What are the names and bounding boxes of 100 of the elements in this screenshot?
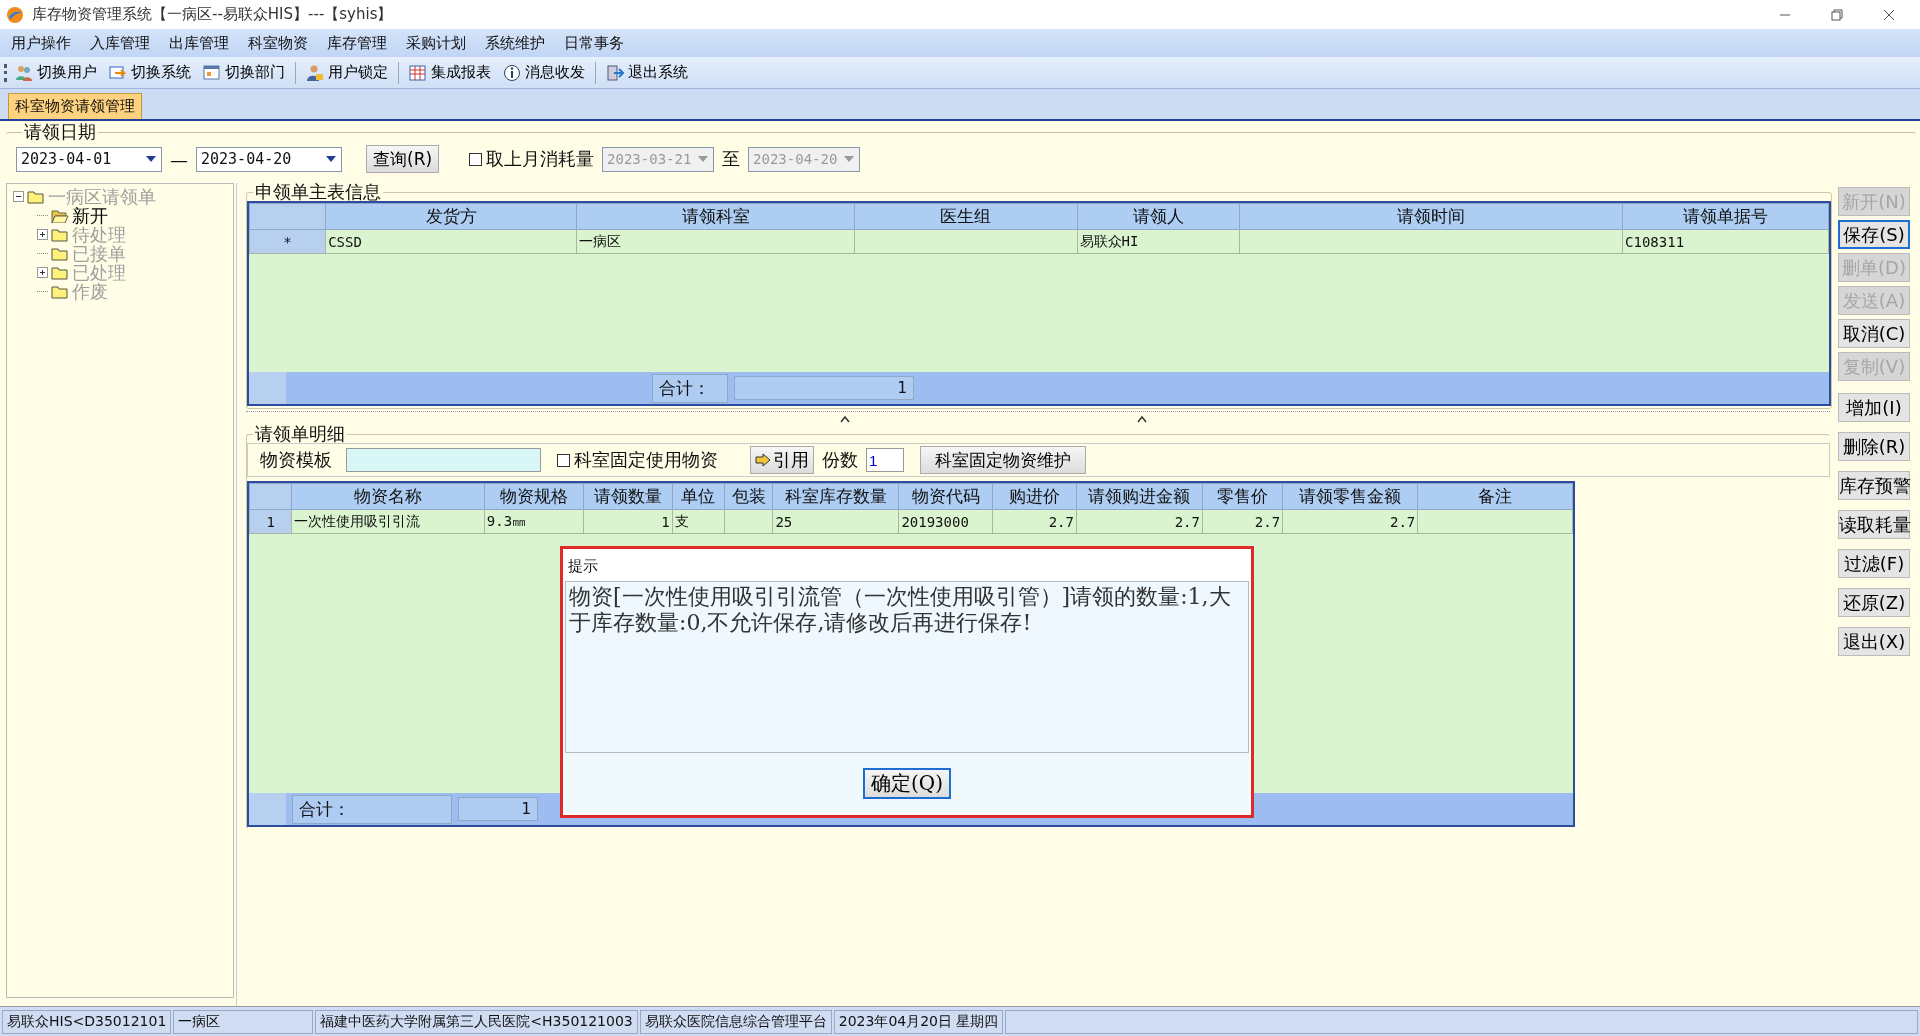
app-logo-icon — [6, 5, 24, 24]
column-header[interactable]: 请领数量 — [583, 483, 673, 510]
checkbox[interactable]: 科室固定使用物资 — [557, 448, 718, 472]
field-label: 物资模板 — [260, 448, 332, 472]
side-button[interactable]: 保存(S) — [1838, 220, 1910, 249]
row-header — [249, 372, 286, 404]
total-label: 合计： — [292, 794, 452, 824]
status-text: 福建中医药大学附属第三人民医院<H350121003 — [315, 1009, 638, 1034]
toolbar-button[interactable]: 切换部门 — [199, 61, 289, 84]
open-folder-icon — [51, 208, 69, 223]
side-button[interactable]: 过滤(F) — [1838, 549, 1910, 578]
table-cell: 易联众HI — [1077, 229, 1240, 254]
side-button[interactable]: 增加(I) — [1838, 393, 1910, 422]
menu-item[interactable]: 采购计划 — [397, 31, 475, 55]
collapse-up-icon[interactable] — [838, 414, 851, 423]
menu-item[interactable]: 用户操作 — [2, 31, 80, 55]
table-cell: 2.7 — [1076, 509, 1203, 534]
column-header[interactable]: 发货方 — [325, 203, 577, 230]
table-cell: CSSD — [325, 229, 577, 254]
toolbar-button[interactable]: 切换用户 — [11, 61, 101, 84]
column-header[interactable]: 请领科室 — [576, 203, 855, 230]
range-separator: 至 — [722, 147, 741, 171]
menu-item[interactable]: 入库管理 — [81, 31, 159, 55]
total-value: 1 — [734, 376, 914, 400]
table-cell: 一次性使用吸引引流 — [291, 509, 485, 534]
copies-input[interactable]: 1 — [866, 448, 904, 472]
info-icon — [503, 63, 521, 82]
column-header[interactable]: 零售价 — [1202, 483, 1283, 510]
menu-item[interactable]: 系统维护 — [476, 31, 554, 55]
side-button[interactable]: 读取耗量 — [1838, 510, 1910, 539]
column-header[interactable]: 请领单据号 — [1622, 203, 1829, 230]
range-separator: — — [170, 148, 188, 170]
side-button[interactable]: 库存预警 — [1838, 471, 1910, 500]
row-marker: * — [249, 229, 326, 254]
table-cell: 一病区 — [576, 229, 855, 254]
column-header[interactable]: 请领零售金额 — [1282, 483, 1418, 510]
maintain-button[interactable]: 科室固定物资维护 — [920, 446, 1086, 474]
toolbar-button[interactable]: 切换系统 — [105, 61, 195, 84]
collapse-up-icon[interactable] — [1135, 414, 1148, 423]
toolbar-button[interactable]: 退出系统 — [602, 61, 692, 84]
checkbox[interactable]: 取上月消耗量 — [469, 147, 595, 171]
cite-button[interactable]: 引用 — [750, 446, 814, 474]
column-header[interactable]: 请领人 — [1077, 203, 1240, 230]
table-cell: 1 — [583, 509, 673, 534]
folder-icon — [27, 189, 45, 204]
dialog-message: 物资[一次性使用吸引引流管（一次性使用吸引管）]请领的数量:1,大于库存数量:0,不允许保存,请修改后再进行保存! — [565, 581, 1249, 753]
toolbar-button[interactable]: 消息收发 — [499, 61, 589, 84]
ok-button[interactable]: 确定(Q) — [863, 767, 951, 799]
column-header[interactable]: 物资代码 — [898, 483, 993, 510]
side-button[interactable]: 删除(R) — [1838, 432, 1910, 461]
restore-icon[interactable] — [1830, 7, 1844, 22]
column-header[interactable]: 包装 — [724, 483, 773, 510]
window-title: 库存物资管理系统【一病区--易联众HIS】---【syhis】 — [32, 5, 393, 24]
table-cell: 2.7 — [1282, 509, 1418, 534]
status-text: 2023年04月20日 星期四 — [833, 1009, 1004, 1034]
checkbox-box[interactable] — [557, 453, 570, 467]
status-text: 易联众HIS<D35012101 — [2, 1009, 172, 1034]
folder-icon — [51, 227, 69, 242]
table-cell: 20193000 — [898, 509, 993, 534]
dialog-title: 提示 — [567, 556, 599, 577]
column-header[interactable]: 请领时间 — [1239, 203, 1623, 230]
column-header[interactable]: 医生组 — [854, 203, 1078, 230]
group-label: 请领日期 — [23, 123, 97, 141]
row-marker: 1 — [249, 509, 292, 534]
column-header[interactable]: 单位 — [672, 483, 725, 510]
side-button[interactable]: 退出(X) — [1838, 627, 1910, 656]
table-cell: 9.3㎜ — [484, 509, 584, 534]
template-input[interactable] — [346, 448, 541, 472]
menu-item[interactable]: 科室物资 — [239, 31, 317, 55]
column-header[interactable]: 请领购进金额 — [1076, 483, 1203, 510]
window-icon — [203, 63, 221, 82]
checkbox-box[interactable] — [469, 152, 483, 166]
column-header[interactable]: 购进价 — [992, 483, 1077, 510]
tab[interactable]: 科室物资请领管理 — [8, 93, 142, 119]
table-cell: 2.7 — [992, 509, 1077, 534]
switch-icon — [109, 63, 127, 82]
toolbar-button[interactable]: 用户锁定 — [302, 61, 392, 84]
toolbar-button[interactable]: 集成报表 — [405, 61, 495, 84]
side-button[interactable]: 还原(Z) — [1838, 588, 1910, 617]
folder-icon — [51, 246, 69, 261]
date-dropdown[interactable]: 2023-04-01 — [16, 146, 162, 172]
column-header[interactable]: 备注 — [1417, 483, 1573, 510]
menu-item[interactable]: 出库管理 — [160, 31, 238, 55]
menu-item[interactable]: 日常事务 — [555, 31, 633, 55]
table-cell: 2.7 — [1202, 509, 1283, 534]
date-dropdown[interactable]: 2023-04-20 — [196, 146, 342, 172]
side-button[interactable]: 取消(C) — [1838, 319, 1910, 348]
status-text: 易联众医院信息综合管理平台 — [639, 1009, 832, 1034]
column-header[interactable]: 物资名称 — [291, 483, 485, 510]
group-label: 申领单主表信息 — [254, 183, 382, 201]
column-header[interactable]: 物资规格 — [484, 483, 584, 510]
row-header — [249, 793, 286, 825]
total-label: 合计： — [652, 373, 728, 403]
table-cell — [724, 509, 773, 534]
menu-item[interactable]: 库存管理 — [318, 31, 396, 55]
grid-icon — [409, 63, 427, 82]
close-icon[interactable] — [1882, 7, 1896, 22]
query-button[interactable]: 查询(R) — [366, 145, 440, 173]
field-label: 份数 — [822, 448, 858, 472]
column-header[interactable]: 科室库存数量 — [772, 483, 899, 510]
